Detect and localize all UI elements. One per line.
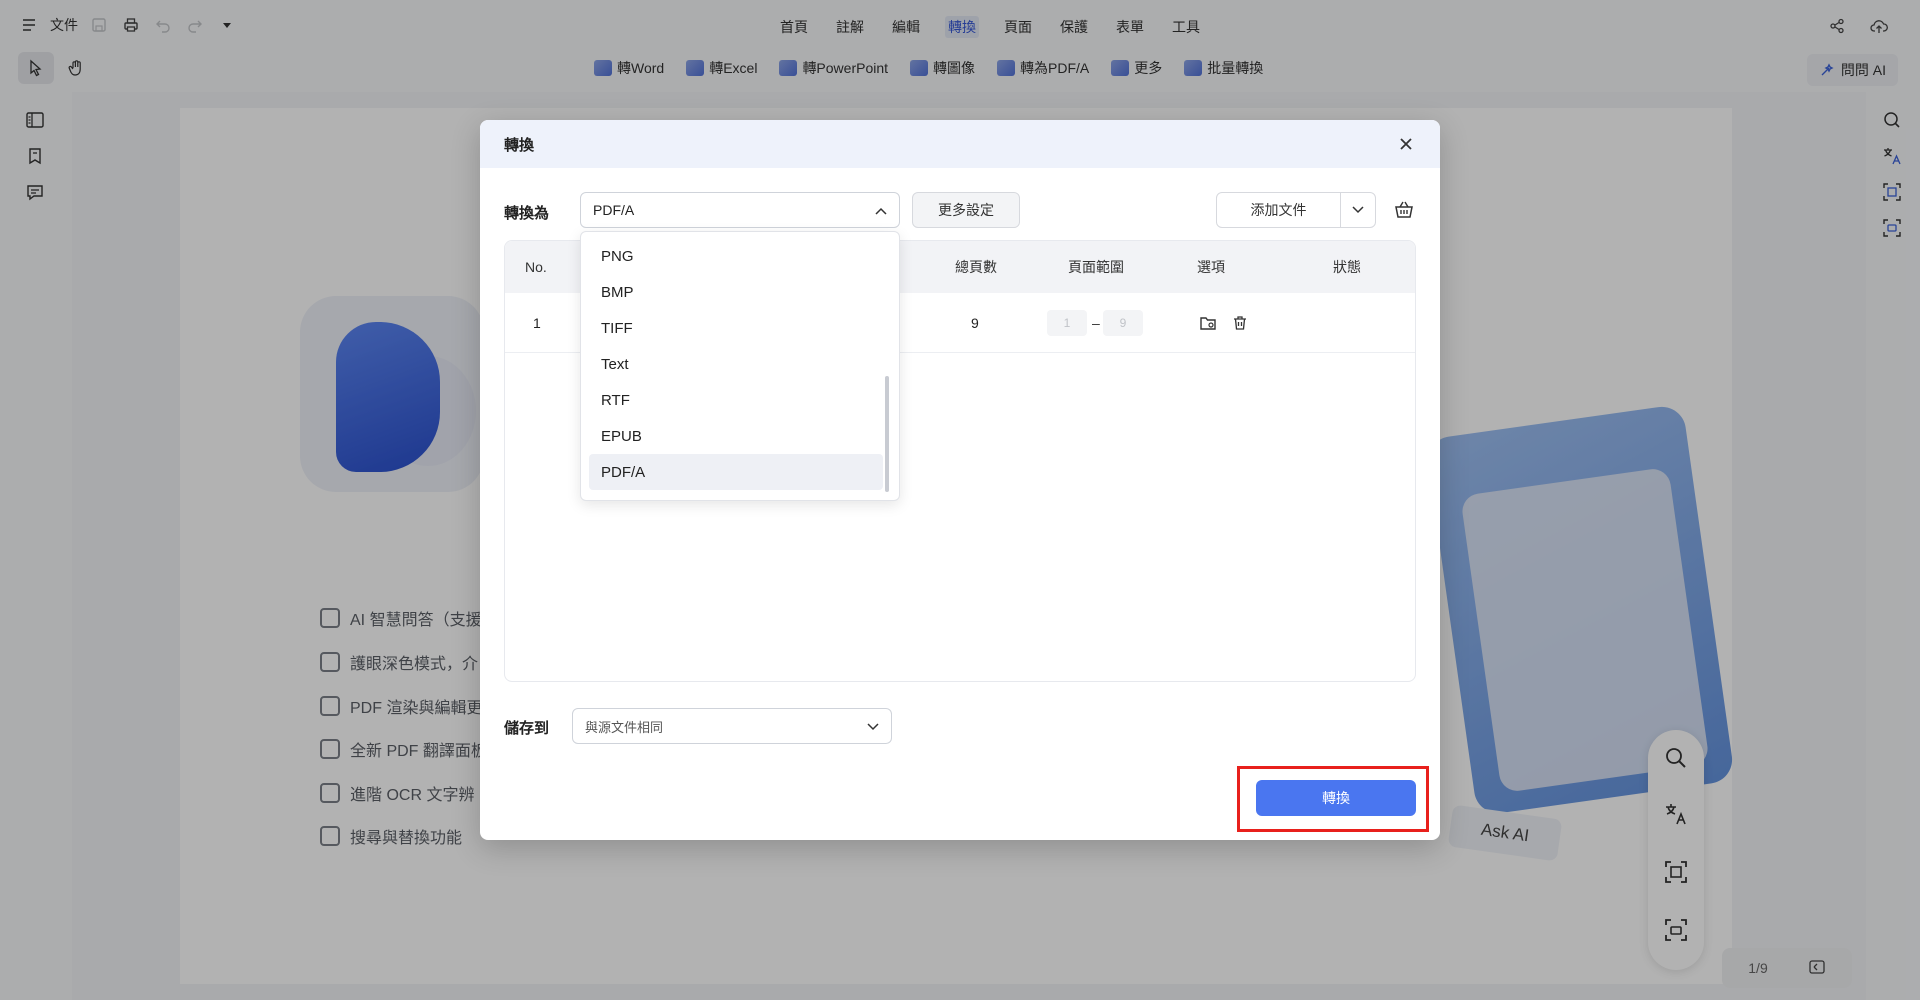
save-to-label: 儲存到 [504,720,550,737]
dropdown-scrollbar[interactable] [885,376,889,492]
chevron-down-icon [867,719,879,734]
row-number: 1 [533,314,541,331]
col-status: 狀態 [1333,259,1361,275]
save-location-select[interactable]: 與源文件相同 [572,708,892,744]
add-file-button[interactable]: 添加文件 [1217,193,1341,227]
close-icon[interactable] [1396,134,1416,154]
row-total-pages: 9 [971,314,979,331]
format-select[interactable]: PDF/A [580,192,900,228]
open-folder-icon[interactable] [1199,314,1217,332]
dialog-header: 轉換 [480,120,1440,168]
col-total-pages: 總頁數 [955,259,997,275]
add-file-split-button: 添加文件 [1216,192,1376,228]
save-location-value: 與源文件相同 [585,719,664,735]
col-options: 選項 [1197,259,1225,275]
format-dropdown-list: PNG BMP TIFF Text RTF EPUB PDF/A [580,231,900,501]
convert-to-label: 轉換為 [504,205,550,222]
more-settings-button[interactable]: 更多設定 [912,192,1020,228]
format-select-value: PDF/A [593,202,635,218]
chevron-down-icon [1352,206,1364,214]
page-range-to-input[interactable]: 9 [1103,309,1143,336]
format-option-rtf[interactable]: RTF [589,382,883,418]
highlight-box [1237,766,1429,832]
format-option-png[interactable]: PNG [589,238,883,274]
format-option-tiff[interactable]: TIFF [589,310,883,346]
add-file-dropdown[interactable] [1341,193,1375,227]
col-page-range: 頁面範圍 [1068,259,1124,275]
chevron-up-icon [875,202,887,218]
format-option-pdfa[interactable]: PDF/A [589,454,883,490]
delete-icon[interactable] [1232,315,1248,331]
page-range-from-input[interactable]: 1 [1047,309,1087,336]
col-no: No. [525,259,547,275]
format-option-bmp[interactable]: BMP [589,274,883,310]
page-range-separator: – [1092,314,1100,331]
clear-basket-icon[interactable] [1393,199,1415,221]
dialog-title: 轉換 [504,136,535,154]
format-option-epub[interactable]: EPUB [589,418,883,454]
convert-dialog: 轉換 轉換為 PDF/A 更多設定 添加文件 No. 總頁數 頁面範圍 選項 狀… [480,120,1440,840]
format-option-text[interactable]: Text [589,346,883,382]
